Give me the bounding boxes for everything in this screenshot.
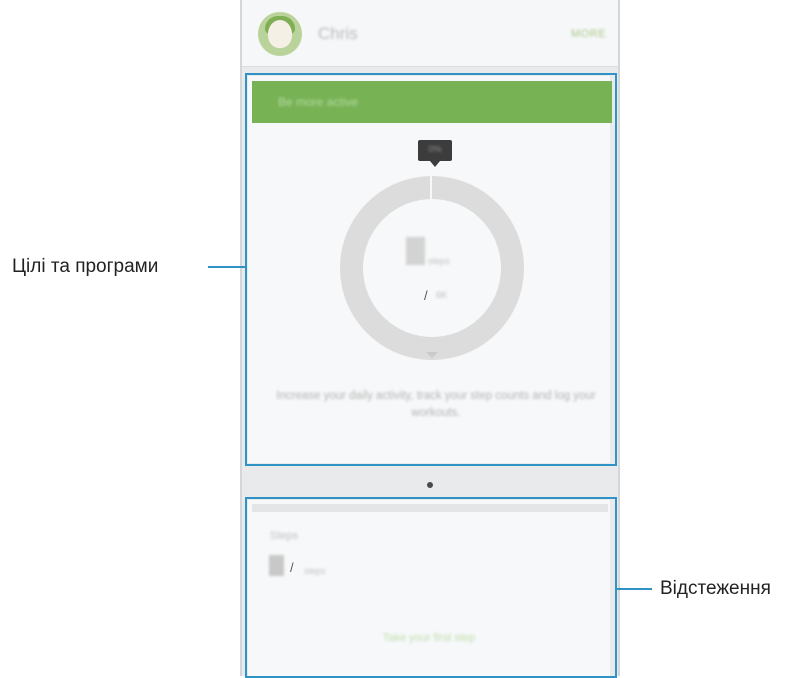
avatar[interactable] (258, 12, 302, 56)
trackers-callout-line (616, 588, 652, 590)
dot-icon (427, 482, 433, 488)
profile-header: Chris MORE (242, 0, 618, 67)
trackers-callout-label: Відстеження (660, 578, 771, 599)
goals-callout-label: Цілі та програми (12, 256, 159, 277)
username: Chris (318, 24, 358, 43)
goals-callout-line (208, 266, 246, 268)
more-button[interactable]: MORE (571, 28, 606, 40)
page-indicator (242, 468, 618, 500)
avatar-face (268, 20, 292, 48)
trackers-highlight-box (245, 497, 617, 678)
goals-highlight-box (245, 73, 617, 466)
